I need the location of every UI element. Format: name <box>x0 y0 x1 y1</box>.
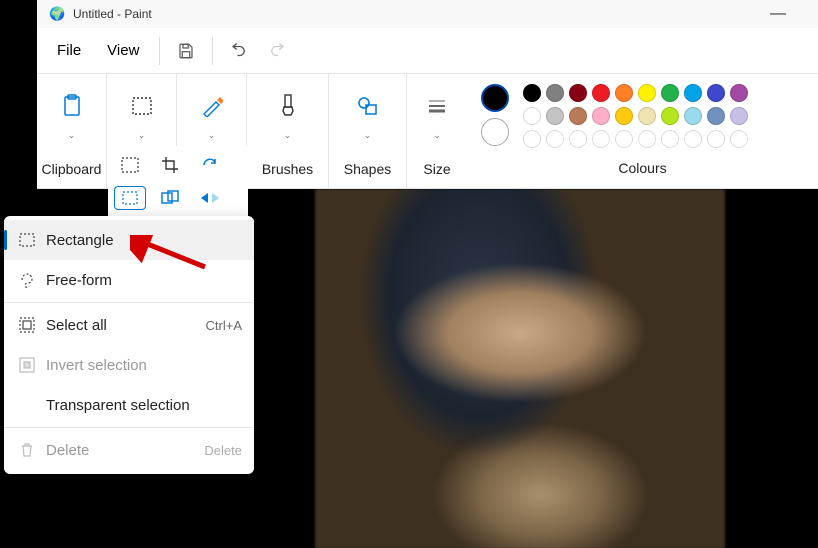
colour-swatch[interactable] <box>592 84 610 102</box>
chevron-down-icon: ⌄ <box>284 130 292 141</box>
chevron-down-icon: ⌄ <box>208 130 216 141</box>
colour-swatch[interactable] <box>615 130 633 148</box>
chevron-down-icon: ⌄ <box>68 130 76 141</box>
image-tools-row <box>108 146 248 216</box>
separator <box>212 37 213 65</box>
delete-item: Delete Delete <box>4 430 254 470</box>
select-all-icon <box>16 317 38 333</box>
colour-swatch[interactable] <box>661 130 679 148</box>
crop-icon[interactable] <box>154 153 186 177</box>
transparent-label: Transparent selection <box>46 397 190 414</box>
colour-swatch[interactable] <box>638 107 656 125</box>
shapes-icon <box>356 88 380 124</box>
colour-swatch[interactable] <box>684 107 702 125</box>
colour-swatch[interactable] <box>638 84 656 102</box>
secondary-colour[interactable] <box>481 118 509 146</box>
colour-swatch[interactable] <box>661 84 679 102</box>
trash-icon <box>16 442 38 458</box>
colour-swatch[interactable] <box>684 130 702 148</box>
primary-colour[interactable] <box>481 84 509 112</box>
colour-swatch[interactable] <box>730 107 748 125</box>
select-dropdown: Rectangle Free-form Select all Ctrl+A In… <box>4 216 254 474</box>
colour-swatch[interactable] <box>730 130 748 148</box>
shapes-label: Shapes <box>344 161 391 177</box>
colour-swatch[interactable] <box>546 107 564 125</box>
delete-label: Delete <box>46 442 89 459</box>
chevron-down-icon: ⌄ <box>433 130 441 141</box>
menu-bar: File View <box>37 28 818 74</box>
minimize-button[interactable]: — <box>766 5 790 23</box>
colours-group: Colours <box>467 74 818 188</box>
clipboard-icon <box>62 88 82 124</box>
colour-swatch[interactable] <box>615 107 633 125</box>
invert-label: Invert selection <box>46 357 147 374</box>
select-tool-icon[interactable] <box>114 153 146 177</box>
flip-icon[interactable] <box>194 186 226 210</box>
colour-swatch[interactable] <box>569 130 587 148</box>
colour-swatch[interactable] <box>730 84 748 102</box>
separator <box>159 37 160 65</box>
shapes-group[interactable]: ⌄ Shapes <box>329 74 407 188</box>
select-all-shortcut: Ctrl+A <box>206 318 242 333</box>
canvas-image <box>315 189 725 548</box>
select-icon <box>131 88 153 124</box>
colour-swatch[interactable] <box>661 107 679 125</box>
freeform-selection-item[interactable]: Free-form <box>4 260 254 300</box>
save-button[interactable] <box>170 35 202 67</box>
clipboard-label: Clipboard <box>42 161 102 177</box>
colour-swatch[interactable] <box>569 107 587 125</box>
transparent-selection-item[interactable]: Transparent selection <box>4 385 254 425</box>
rectangle-icon <box>16 233 38 247</box>
chevron-down-icon: ⌄ <box>138 130 146 141</box>
separator <box>4 427 254 428</box>
colour-swatch[interactable] <box>707 84 725 102</box>
colour-swatch[interactable] <box>592 130 610 148</box>
app-icon: 🌍 <box>49 6 65 22</box>
resize-icon[interactable] <box>154 186 186 210</box>
window-title: Untitled - Paint <box>73 7 152 21</box>
undo-button[interactable] <box>223 35 255 67</box>
title-bar: 🌍 Untitled - Paint — <box>37 0 818 28</box>
freeform-icon <box>16 272 38 288</box>
colour-swatch[interactable] <box>523 130 541 148</box>
colour-swatch[interactable] <box>638 130 656 148</box>
brushes-label: Brushes <box>262 161 313 177</box>
colour-swatch[interactable] <box>707 130 725 148</box>
colour-swatch[interactable] <box>523 107 541 125</box>
colour-swatch[interactable] <box>569 84 587 102</box>
clipboard-group[interactable]: ⌄ Clipboard <box>37 74 107 188</box>
colour-palette <box>523 84 748 148</box>
invert-icon <box>16 357 38 373</box>
select-all-label: Select all <box>46 317 107 334</box>
tools-icon <box>201 88 223 124</box>
redo-button[interactable] <box>261 35 293 67</box>
size-label: Size <box>423 161 450 177</box>
colour-swatch[interactable] <box>546 84 564 102</box>
view-menu[interactable]: View <box>97 36 149 65</box>
colour-swatch[interactable] <box>523 84 541 102</box>
delete-shortcut: Delete <box>204 443 242 458</box>
select-all-item[interactable]: Select all Ctrl+A <box>4 305 254 345</box>
brush-icon <box>280 88 296 124</box>
brushes-group[interactable]: ⌄ Brushes <box>247 74 329 188</box>
selection-active-icon[interactable] <box>114 186 146 210</box>
colour-swatch[interactable] <box>592 107 610 125</box>
colour-swatch[interactable] <box>707 107 725 125</box>
size-group[interactable]: ⌄ Size <box>407 74 467 188</box>
file-menu[interactable]: File <box>47 36 91 65</box>
colour-swatch[interactable] <box>615 84 633 102</box>
chevron-down-icon: ⌄ <box>364 130 372 141</box>
freeform-label: Free-form <box>46 272 112 289</box>
colour-swatch[interactable] <box>546 130 564 148</box>
rectangle-selection-item[interactable]: Rectangle <box>4 220 254 260</box>
separator <box>4 302 254 303</box>
size-icon <box>427 88 447 124</box>
colour-swatch[interactable] <box>684 84 702 102</box>
rectangle-label: Rectangle <box>46 232 114 249</box>
colours-label: Colours <box>481 160 804 176</box>
invert-selection-item: Invert selection <box>4 345 254 385</box>
rotate-icon[interactable] <box>194 153 226 177</box>
